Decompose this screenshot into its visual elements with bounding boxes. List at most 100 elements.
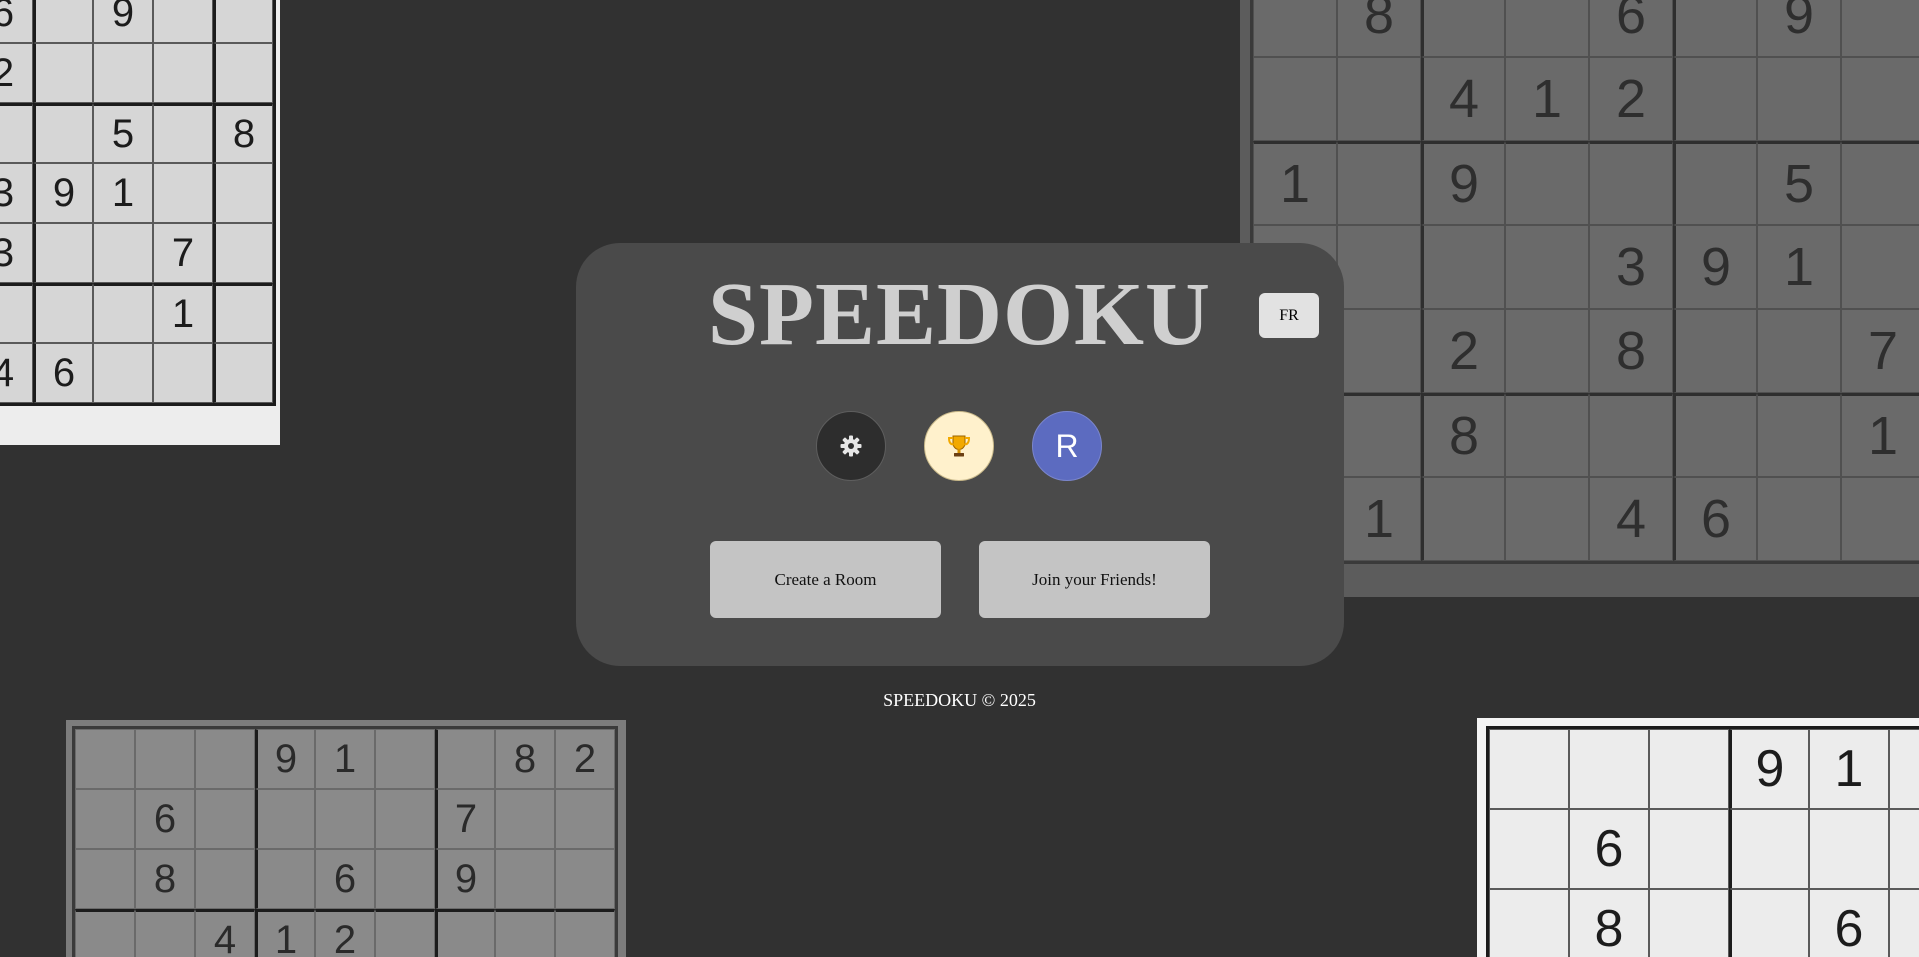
background-sudoku-grid: 91686 [1486, 726, 1919, 957]
sudoku-cell [555, 909, 615, 957]
sudoku-cell [1673, 0, 1757, 57]
sudoku-cell: 3 [0, 163, 33, 223]
avatar-initial: R [1055, 427, 1079, 464]
sudoku-cell: 5 [1757, 141, 1841, 225]
sudoku-cell: 9 [93, 0, 153, 43]
sudoku-cell: 2 [555, 729, 615, 789]
create-room-button[interactable]: Create a Room [710, 541, 941, 618]
footer-copyright: SPEEDOKU © 2025 [883, 690, 1036, 710]
sudoku-cell [1253, 57, 1337, 141]
sudoku-cell [135, 729, 195, 789]
gear-icon [840, 435, 862, 457]
sudoku-cell [375, 729, 435, 789]
sudoku-cell: 8 [1421, 393, 1505, 477]
sudoku-cell [1729, 889, 1809, 957]
sudoku-cell [555, 789, 615, 849]
sudoku-cell [1589, 141, 1673, 225]
settings-button[interactable] [816, 411, 886, 481]
sudoku-cell: 1 [315, 729, 375, 789]
sudoku-cell [255, 849, 315, 909]
sudoku-cell [33, 43, 93, 103]
sudoku-cell [435, 729, 495, 789]
sudoku-cell [195, 789, 255, 849]
sudoku-cell [1489, 809, 1569, 889]
background-sudoku-grid: 918267869412 [72, 726, 618, 957]
trophy-icon [947, 435, 971, 457]
sudoku-cell [1841, 477, 1919, 561]
sudoku-cell [1757, 477, 1841, 561]
sudoku-cell: 9 [1757, 0, 1841, 57]
sudoku-cell [213, 0, 273, 43]
sudoku-cell [75, 729, 135, 789]
sudoku-cell: 4 [1421, 57, 1505, 141]
sudoku-cell: 7 [435, 789, 495, 849]
profile-avatar-button[interactable]: R [1032, 411, 1102, 481]
sudoku-cell: 9 [435, 849, 495, 909]
language-toggle-button[interactable]: FR [1259, 293, 1319, 338]
sudoku-cell: 6 [0, 0, 33, 43]
sudoku-cell [153, 43, 213, 103]
sudoku-cell [135, 909, 195, 957]
sudoku-cell [33, 0, 93, 43]
sudoku-cell [1337, 393, 1421, 477]
sudoku-cell [1489, 889, 1569, 957]
join-friends-button[interactable]: Join your Friends! [979, 541, 1210, 618]
sudoku-cell [495, 789, 555, 849]
sudoku-cell [1505, 393, 1589, 477]
leaderboard-button[interactable] [924, 411, 994, 481]
sudoku-cell [375, 789, 435, 849]
sudoku-cell: 9 [1729, 729, 1809, 809]
sudoku-cell [495, 909, 555, 957]
sudoku-cell: 1 [1809, 729, 1889, 809]
sudoku-cell [1889, 809, 1919, 889]
sudoku-cell [1505, 477, 1589, 561]
sudoku-cell [555, 849, 615, 909]
sudoku-cell [195, 729, 255, 789]
sudoku-cell [1337, 57, 1421, 141]
sudoku-cell [75, 909, 135, 957]
sudoku-cell [255, 789, 315, 849]
sudoku-cell [1729, 809, 1809, 889]
sudoku-cell [1757, 57, 1841, 141]
sudoku-cell: 6 [1673, 477, 1757, 561]
sudoku-cell: 9 [1421, 141, 1505, 225]
sudoku-cell [375, 849, 435, 909]
sudoku-cell [1809, 809, 1889, 889]
sudoku-cell [195, 849, 255, 909]
sudoku-cell [1841, 0, 1919, 57]
sudoku-cell: 8 [1337, 0, 1421, 57]
sudoku-cell [1505, 0, 1589, 57]
sudoku-cell [0, 103, 33, 163]
sudoku-cell [153, 163, 213, 223]
sudoku-cell [1421, 477, 1505, 561]
main-stage: 6925839137146 86941219539128781146 91826… [0, 0, 1919, 957]
sudoku-cell [1649, 809, 1729, 889]
sudoku-cell: 4 [1589, 477, 1673, 561]
sudoku-cell [33, 103, 93, 163]
sudoku-cell [1889, 889, 1919, 957]
sudoku-cell: 9 [255, 729, 315, 789]
sudoku-cell: 2 [0, 43, 33, 103]
sudoku-cell: 1 [93, 163, 153, 223]
sudoku-cell [1673, 393, 1757, 477]
sudoku-cell: 8 [1569, 889, 1649, 957]
app-title: SPEEDOKU [707, 265, 1212, 364]
sudoku-cell: 1 [1505, 57, 1589, 141]
sudoku-cell [1649, 889, 1729, 957]
sudoku-cell: 9 [33, 163, 93, 223]
sudoku-cell [375, 909, 435, 957]
sudoku-cell [1673, 141, 1757, 225]
sudoku-cell [153, 103, 213, 163]
sudoku-cell: 1 [255, 909, 315, 957]
sudoku-cell: 6 [135, 789, 195, 849]
sudoku-cell [213, 163, 273, 223]
sudoku-cell [495, 849, 555, 909]
sudoku-cell [435, 909, 495, 957]
sudoku-cell: 8 [135, 849, 195, 909]
sudoku-cell [1757, 393, 1841, 477]
sudoku-cell: 8 [495, 729, 555, 789]
sudoku-cell [213, 43, 273, 103]
sudoku-cell: 2 [1589, 57, 1673, 141]
sudoku-cell: 6 [315, 849, 375, 909]
sudoku-cell: 6 [1589, 0, 1673, 57]
